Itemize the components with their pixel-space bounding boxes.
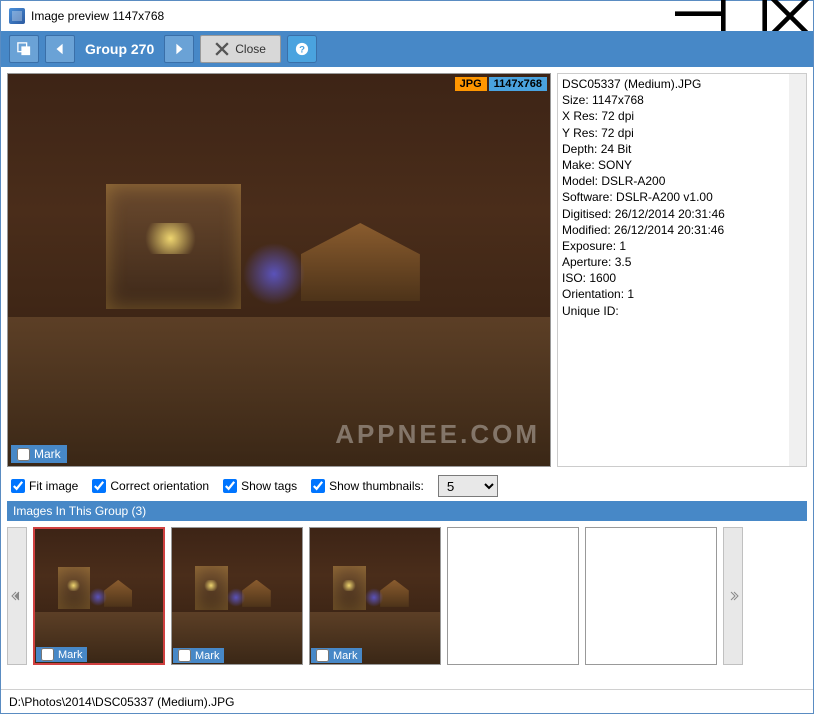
correct-orientation-label: Correct orientation	[110, 479, 209, 493]
status-path: D:\Photos\2014\DSC05337 (Medium).JPG	[9, 695, 234, 709]
thumbnail-image	[310, 528, 440, 664]
svg-text:?: ?	[299, 45, 305, 56]
thumbnail-image	[35, 529, 163, 663]
mark-label: Mark	[333, 650, 357, 662]
meta-digitised: Digitised: 26/12/2014 20:31:46	[562, 206, 802, 222]
meta-orientation: Orientation: 1	[562, 286, 802, 302]
collection-button[interactable]	[9, 35, 39, 63]
prev-group-button[interactable]	[45, 35, 75, 63]
mark-input[interactable]	[41, 648, 54, 661]
fit-image-input[interactable]	[11, 479, 25, 493]
titlebar: Image preview 1147x768	[1, 1, 813, 31]
help-button[interactable]: ?	[287, 35, 317, 63]
app-icon	[9, 8, 25, 24]
thumbnail-card[interactable]: JPG 3872x2592 Mark	[171, 527, 303, 665]
thumbnail-count-select[interactable]: 5	[438, 475, 498, 497]
window-close-button[interactable]	[767, 1, 813, 31]
help-icon: ?	[295, 42, 309, 56]
fit-image-label: Fit image	[29, 479, 78, 493]
next-group-button[interactable]	[164, 35, 194, 63]
collection-icon	[17, 42, 31, 56]
content: APPNEE.COM JPG 1147x768 Mark DSC05337 (M…	[1, 67, 813, 689]
meta-uniqueid: Unique ID:	[562, 303, 802, 319]
thumbnail-image	[172, 528, 302, 664]
mark-label: Mark	[195, 650, 219, 662]
show-thumbnails-checkbox[interactable]: Show thumbnails:	[311, 479, 424, 493]
meta-yres: Y Res: 72 dpi	[562, 125, 802, 141]
x-icon	[215, 42, 229, 56]
mark-checkbox[interactable]: Mark	[311, 648, 362, 663]
toolbar: Group 270 Close ?	[1, 31, 813, 67]
meta-modified: Modified: 26/12/2014 20:31:46	[562, 222, 802, 238]
meta-depth: Depth: 24 Bit	[562, 141, 802, 157]
upper-pane: APPNEE.COM JPG 1147x768 Mark DSC05337 (M…	[7, 73, 807, 467]
meta-size: Size: 1147x768	[562, 92, 802, 108]
meta-exposure: Exposure: 1	[562, 238, 802, 254]
metadata-panel: DSC05337 (Medium).JPG Size: 1147x768 X R…	[557, 73, 807, 467]
window-title: Image preview 1147x768	[31, 9, 675, 23]
meta-make: Make: SONY	[562, 157, 802, 173]
show-tags-label: Show tags	[241, 479, 297, 493]
meta-iso: ISO: 1600	[562, 270, 802, 286]
preview-image: APPNEE.COM	[8, 74, 550, 466]
thumbs-next-button[interactable]	[723, 527, 743, 665]
close-button-label: Close	[235, 42, 266, 56]
thumbnails-area: JPG 1147x768 Mark JPG 3872x2592 Mark	[7, 521, 807, 665]
group-label: Group 270	[81, 41, 158, 57]
show-thumbnails-input[interactable]	[311, 479, 325, 493]
chevron-right-icon	[172, 42, 186, 56]
mark-input[interactable]	[316, 649, 329, 662]
window-controls	[675, 1, 813, 31]
chevron-right-icon	[727, 590, 739, 602]
mark-label: Mark	[34, 447, 61, 461]
meta-model: Model: DSLR-A200	[562, 173, 802, 189]
options-row: Fit image Correct orientation Show tags …	[7, 467, 807, 501]
watermark: APPNEE.COM	[335, 419, 540, 450]
mark-checkbox[interactable]: Mark	[36, 647, 87, 662]
statusbar: D:\Photos\2014\DSC05337 (Medium).JPG	[1, 689, 813, 713]
fit-image-checkbox[interactable]: Fit image	[11, 479, 78, 493]
dimensions-tag: 1147x768	[489, 77, 547, 91]
show-tags-checkbox[interactable]: Show tags	[223, 479, 297, 493]
maximize-button[interactable]	[721, 1, 767, 31]
meta-xres: X Res: 72 dpi	[562, 108, 802, 124]
thumbnail-empty	[585, 527, 717, 665]
mark-label: Mark	[58, 649, 82, 661]
correct-orientation-input[interactable]	[92, 479, 106, 493]
meta-software: Software: DSLR-A200 v1.00	[562, 189, 802, 205]
thumbnail-card[interactable]: JPG 1147x768 Mark	[33, 527, 165, 665]
thumbnail-empty	[447, 527, 579, 665]
jpg-tag: JPG	[455, 77, 487, 91]
mark-checkbox[interactable]: Mark	[173, 648, 224, 663]
chevron-left-icon	[11, 590, 23, 602]
close-button[interactable]: Close	[200, 35, 281, 63]
mark-input[interactable]	[178, 649, 191, 662]
meta-aperture: Aperture: 3.5	[562, 254, 802, 270]
chevron-left-icon	[53, 42, 67, 56]
minimize-button[interactable]	[675, 1, 721, 31]
mark-checkbox[interactable]: Mark	[11, 445, 67, 463]
thumbnail-card[interactable]: JPG 3872x2592 Mark	[309, 527, 441, 665]
image-preview[interactable]: APPNEE.COM JPG 1147x768 Mark	[7, 73, 551, 467]
correct-orientation-checkbox[interactable]: Correct orientation	[92, 479, 209, 493]
preview-tags: JPG 1147x768	[455, 77, 547, 91]
mark-input[interactable]	[17, 448, 30, 461]
meta-filename: DSC05337 (Medium).JPG	[562, 76, 802, 92]
thumbs-prev-button[interactable]	[7, 527, 27, 665]
meta-scrollbar[interactable]	[789, 74, 806, 466]
show-thumbnails-label: Show thumbnails:	[329, 479, 424, 493]
group-header: Images In This Group (3)	[7, 501, 807, 521]
show-tags-input[interactable]	[223, 479, 237, 493]
